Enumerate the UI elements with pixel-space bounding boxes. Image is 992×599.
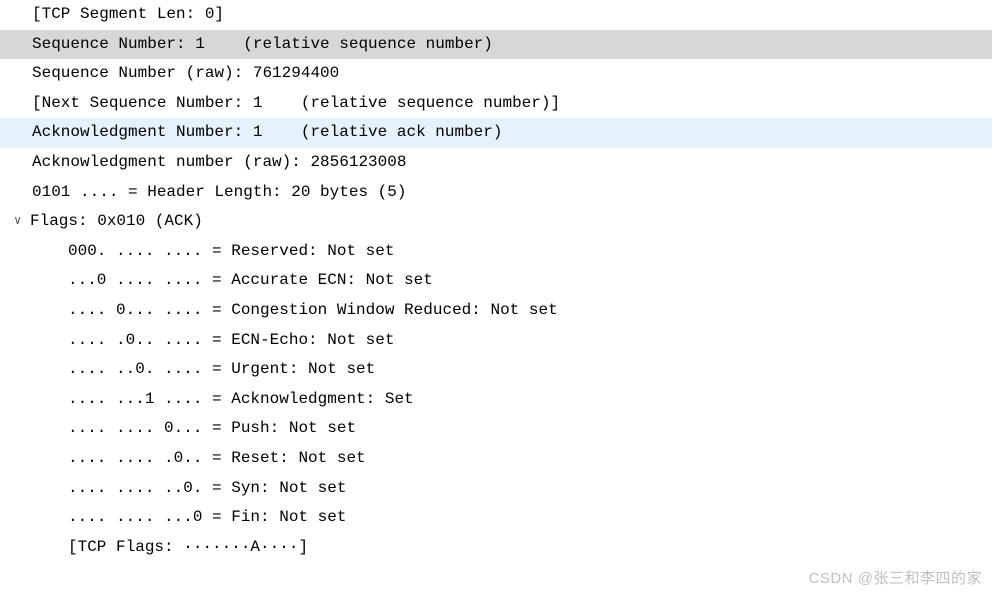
flag-urgent[interactable]: .... ..0. .... = Urgent: Not set	[0, 355, 992, 385]
field-ack-number-raw[interactable]: Acknowledgment number (raw): 2856123008	[0, 148, 992, 178]
field-sequence-number-relative[interactable]: Sequence Number: 1 (relative sequence nu…	[0, 30, 992, 60]
flag-push[interactable]: .... .... 0... = Push: Not set	[0, 414, 992, 444]
field-sequence-number-raw[interactable]: Sequence Number (raw): 761294400	[0, 59, 992, 89]
field-next-sequence-number[interactable]: [Next Sequence Number: 1 (relative seque…	[0, 89, 992, 119]
flag-accurate-ecn[interactable]: ...0 .... .... = Accurate ECN: Not set	[0, 266, 992, 296]
field-header-length[interactable]: 0101 .... = Header Length: 20 bytes (5)	[0, 178, 992, 208]
field-flags-header[interactable]: ∨Flags: 0x010 (ACK)	[0, 207, 992, 237]
watermark: CSDN @张三和李四的家	[809, 565, 982, 593]
flag-ack[interactable]: .... ...1 .... = Acknowledgment: Set	[0, 385, 992, 415]
field-flags-header-text: Flags: 0x010 (ACK)	[30, 212, 203, 230]
flag-reset[interactable]: .... .... .0.. = Reset: Not set	[0, 444, 992, 474]
field-ack-number-relative[interactable]: Acknowledgment Number: 1 (relative ack n…	[0, 118, 992, 148]
field-tcp-flags-summary[interactable]: [TCP Flags: ·······A····]	[0, 533, 992, 563]
flag-reserved[interactable]: 000. .... .... = Reserved: Not set	[0, 237, 992, 267]
flag-syn[interactable]: .... .... ..0. = Syn: Not set	[0, 474, 992, 504]
flag-cwr[interactable]: .... 0... .... = Congestion Window Reduc…	[0, 296, 992, 326]
field-tcp-segment-len[interactable]: [TCP Segment Len: 0]	[0, 0, 992, 30]
chevron-down-icon[interactable]: ∨	[14, 207, 30, 236]
flag-fin[interactable]: .... .... ...0 = Fin: Not set	[0, 503, 992, 533]
flag-ecn-echo[interactable]: .... .0.. .... = ECN-Echo: Not set	[0, 326, 992, 356]
